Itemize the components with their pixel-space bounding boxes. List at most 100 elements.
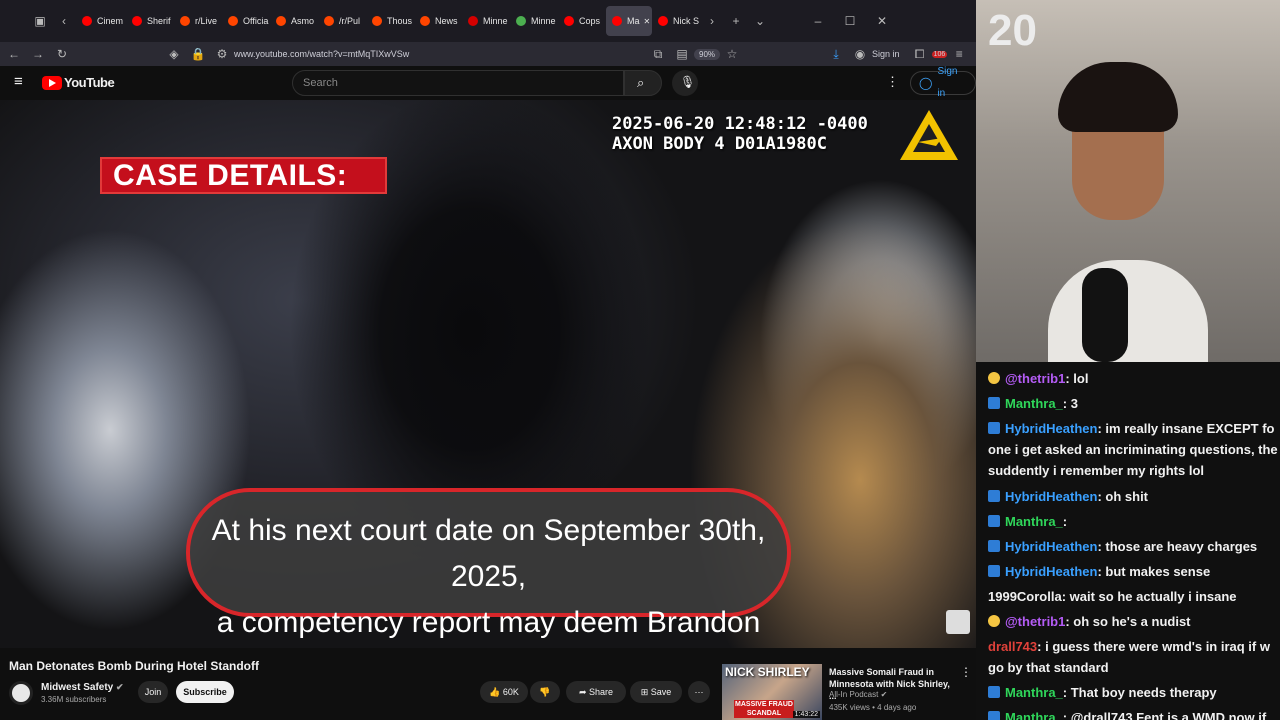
case-details-banner: CASE DETAILS:	[100, 157, 387, 194]
bookmark-star-icon[interactable]: ☆	[720, 47, 744, 61]
browser-nav-bar: ← → ↻ ◈ 🔒 ⚙ www.youtube.com/watch?v=mtMq…	[0, 42, 976, 66]
browser-tab[interactable]: Thous	[366, 6, 414, 36]
account-icon[interactable]: ◉	[848, 47, 872, 61]
lock-icon[interactable]: 🔒	[186, 47, 210, 61]
chat-username[interactable]: Manthra_	[1005, 710, 1063, 720]
chat-message: Manthra_:	[988, 511, 1280, 532]
browser-tab[interactable]: /r/Pul	[318, 6, 366, 36]
browser-tab[interactable]: Minne	[462, 6, 510, 36]
bodycam-timestamp: 2025-06-20 12:48:12 -0400 AXON BODY 4 D0…	[612, 114, 868, 154]
video-title: Man Detonates Bomb During Hotel Standoff	[9, 659, 259, 673]
menu-icon[interactable]: ≡	[947, 47, 971, 61]
subscriber-badge-icon	[988, 422, 1000, 434]
chat-username[interactable]: Manthra_	[1005, 396, 1063, 411]
recommendation-menu-icon[interactable]: ⋮	[960, 665, 972, 679]
maximize-icon[interactable]: ☐	[838, 14, 862, 28]
browser-tab[interactable]: Ma ✕	[606, 6, 652, 36]
browser-tab[interactable]: Officia	[222, 6, 270, 36]
chat-username[interactable]: 1999Corolla	[988, 589, 1062, 604]
caption-line-2: a competency report may deem Brandon	[216, 606, 761, 639]
permissions-icon[interactable]: ⚙	[210, 47, 234, 61]
url-field[interactable]: www.youtube.com/watch?v=mtMqTIXwVSw	[234, 49, 646, 59]
reload-icon[interactable]: ↻	[50, 47, 74, 61]
video-duration: 1:43:22	[792, 711, 820, 718]
recommended-channel-name[interactable]: All-In Podcast	[829, 690, 878, 699]
more-options-icon[interactable]: ⋮	[886, 74, 899, 90]
browser-tab[interactable]: News	[414, 6, 462, 36]
back-icon[interactable]: ←	[2, 47, 26, 61]
more-actions-button[interactable]: ⋯	[688, 681, 710, 703]
search-input[interactable]: Search	[292, 70, 624, 96]
search-button[interactable]: ⌕	[624, 70, 662, 96]
tab-favicon-icon	[372, 16, 382, 26]
chat-message: 1999Corolla: wait so he actually i insan…	[988, 586, 1280, 607]
tab-favicon-icon	[132, 16, 142, 26]
picture-in-picture-icon[interactable]: ⧉	[646, 47, 670, 62]
browser-signin[interactable]: Sign in	[872, 49, 900, 59]
recommended-thumbnail[interactable]: NICK SHIRLEY MASSIVE FRAUD SCANDAL 1:43:…	[722, 664, 822, 720]
browser-tab[interactable]: r/Live	[174, 6, 222, 36]
tab-list-dropdown-icon[interactable]: ⌄	[748, 14, 772, 28]
chat-username[interactable]: Manthra_	[1005, 514, 1063, 529]
tab-label: Thous	[387, 16, 413, 26]
tab-label: Nick S	[673, 16, 700, 26]
forward-icon[interactable]: →	[26, 47, 50, 61]
subscribe-button[interactable]: Subscribe	[176, 681, 234, 703]
chat-text: : 3	[1062, 396, 1078, 411]
zoom-level[interactable]: 90%	[694, 48, 721, 60]
reader-view-icon[interactable]: ▤	[670, 47, 694, 61]
share-label: Share	[589, 687, 614, 697]
browser-tab[interactable]: Cops	[558, 6, 606, 36]
chat-text: one i get asked an incriminating questio…	[988, 442, 1278, 457]
tab-overview-icon[interactable]: ▣	[28, 14, 52, 28]
browser-tab[interactable]: Nick S	[652, 6, 700, 36]
youtube-signin-button[interactable]: ◯ Sign in	[910, 66, 976, 99]
channel-avatar[interactable]	[9, 681, 33, 705]
chat-text: : but makes sense	[1097, 564, 1211, 579]
chat-username[interactable]: drall743	[988, 639, 1037, 654]
chat-message: @thetrib1: oh so he's a nudist	[988, 611, 1280, 632]
chat-username[interactable]: HybridHeathen	[1005, 421, 1097, 436]
browser-tab[interactable]: Asmo	[270, 6, 318, 36]
chat-username[interactable]: Manthra_	[1005, 685, 1063, 700]
channel-name-text[interactable]: Midwest Safety	[41, 682, 113, 693]
chat-text: : oh shit	[1097, 489, 1149, 504]
channel-watermark-icon[interactable]	[946, 610, 970, 634]
chat-message: suddently i remember my rights lol	[988, 460, 1280, 481]
tab-scroll-left-icon[interactable]: ‹	[52, 14, 76, 28]
download-icon[interactable]: ⤓	[824, 47, 848, 62]
browser-tab[interactable]: Cinem	[76, 6, 126, 36]
youtube-logo-text[interactable]: YouTube	[64, 75, 115, 90]
close-tab-icon[interactable]: ✕	[644, 17, 651, 26]
voice-search-button[interactable]: 🎙	[672, 70, 698, 96]
channel-name[interactable]: Midwest Safety ✔	[41, 682, 124, 693]
tab-label: Cops	[579, 16, 601, 26]
video-player[interactable]: CASE DETAILS: 2025-06-20 12:48:12 -0400 …	[0, 100, 976, 648]
chat-username[interactable]: HybridHeathen	[1005, 489, 1097, 504]
chat-username[interactable]: @thetrib1	[1005, 614, 1065, 629]
recommended-channel[interactable]: All-In Podcast ✔	[829, 690, 887, 699]
subscriber-badge-icon	[988, 686, 1000, 698]
save-button[interactable]: ⊞ Save	[630, 681, 682, 703]
chat-username[interactable]: @thetrib1	[1005, 371, 1065, 386]
shield-icon[interactable]: ◈	[162, 47, 186, 61]
join-button[interactable]: Join	[138, 681, 168, 703]
minimize-icon[interactable]: –	[806, 14, 830, 28]
extensions-icon[interactable]: ⧠	[908, 47, 932, 62]
browser-tab[interactable]: Minne	[510, 6, 558, 36]
new-tab-icon[interactable]: +	[724, 14, 748, 28]
subscriber-badge-icon	[988, 490, 1000, 502]
close-window-icon[interactable]: ✕	[870, 14, 894, 28]
dislike-button[interactable]: 👎	[530, 681, 560, 703]
more-horizontal-icon: ⋯	[694, 687, 704, 697]
chat-username[interactable]: HybridHeathen	[1005, 539, 1097, 554]
like-button[interactable]: 👍 60K	[480, 681, 528, 703]
tab-scroll-right-icon[interactable]: ›	[700, 14, 724, 28]
hamburger-menu-icon[interactable]: ≡	[14, 73, 23, 90]
chat-message: Manthra_: @drall743 Fent is a WMD now if	[988, 707, 1280, 720]
browser-tab[interactable]: Sherif	[126, 6, 174, 36]
share-button[interactable]: ➦ Share	[566, 681, 626, 703]
chat-username[interactable]: HybridHeathen	[1005, 564, 1097, 579]
extension-badge[interactable]: 106	[931, 50, 948, 58]
recommended-meta: 435K views • 4 days ago	[829, 703, 917, 712]
